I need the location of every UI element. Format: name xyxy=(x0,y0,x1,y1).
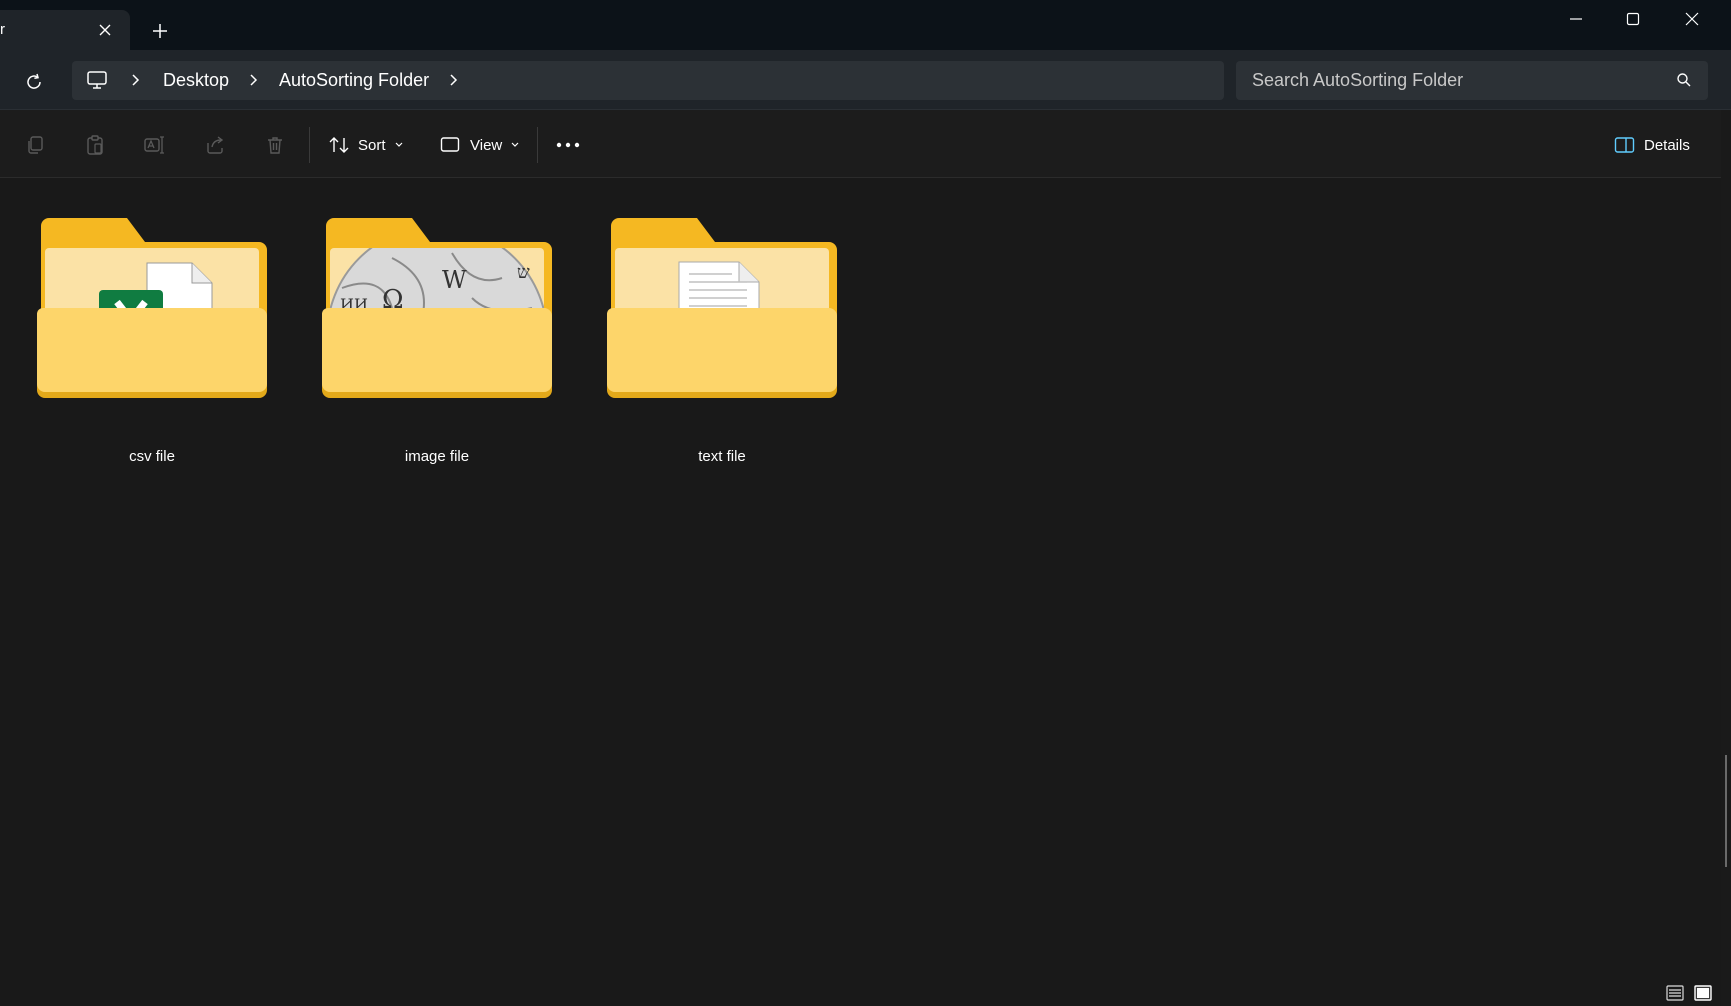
new-tab-button[interactable] xyxy=(150,21,170,41)
sort-label: Sort xyxy=(358,136,386,154)
svg-text:W: W xyxy=(442,266,467,294)
scroll-thumb[interactable] xyxy=(1725,755,1727,867)
command-bar: Sort View Details xyxy=(0,110,1721,178)
chevron-down-icon xyxy=(395,142,402,147)
sort-icon xyxy=(329,137,349,153)
details-pane-icon xyxy=(1614,137,1635,153)
file-list: csv file Ω W ש ИИ image file text file xyxy=(0,178,1721,1006)
rename-icon[interactable] xyxy=(142,132,168,158)
toolbar-divider xyxy=(537,127,538,163)
search-input[interactable] xyxy=(1252,61,1652,100)
minimize-button[interactable] xyxy=(1547,0,1605,38)
folder-icon xyxy=(607,218,837,398)
breadcrumb[interactable]: Desktop AutoSorting Folder xyxy=(72,61,1224,100)
chevron-right-icon[interactable] xyxy=(246,71,260,89)
folder-item-text-file[interactable]: text file xyxy=(607,218,837,478)
search-box[interactable] xyxy=(1236,61,1708,100)
chevron-down-icon xyxy=(511,142,519,147)
chevron-right-icon[interactable] xyxy=(128,71,142,89)
refresh-icon[interactable] xyxy=(22,70,46,94)
breadcrumb-desktop[interactable]: Desktop xyxy=(163,70,229,91)
folder-name: image file xyxy=(404,448,470,465)
folder-icon: Ω W ש ИИ xyxy=(322,218,552,398)
svg-text:ש: ש xyxy=(517,262,530,283)
details-button[interactable]: Details xyxy=(1614,130,1690,160)
address-bar-row: Desktop AutoSorting Folder xyxy=(0,50,1731,110)
share-icon[interactable] xyxy=(202,132,228,158)
folder-item-csv-file[interactable]: csv file xyxy=(37,218,267,478)
vertical-scrollbar[interactable] xyxy=(1721,110,1731,1006)
chevron-right-icon[interactable] xyxy=(446,71,460,89)
more-options-icon[interactable] xyxy=(555,132,581,158)
large-icons-view-icon[interactable] xyxy=(1692,984,1714,1002)
folder-icon xyxy=(37,218,267,398)
this-pc-icon[interactable] xyxy=(86,69,110,91)
explorer-tab[interactable]: r xyxy=(0,10,130,50)
copy-icon[interactable] xyxy=(22,132,48,158)
sort-button[interactable]: Sort xyxy=(328,130,404,160)
search-icon[interactable] xyxy=(1676,72,1694,90)
breadcrumb-autosorting-folder[interactable]: AutoSorting Folder xyxy=(279,70,429,91)
view-button[interactable]: View xyxy=(440,130,520,160)
delete-icon[interactable] xyxy=(262,132,288,158)
view-icon xyxy=(440,137,460,152)
maximize-button[interactable] xyxy=(1604,0,1662,38)
close-window-button[interactable] xyxy=(1663,0,1721,38)
title-bar: r xyxy=(0,0,1731,50)
toolbar-divider xyxy=(309,127,310,163)
details-label: Details xyxy=(1644,136,1690,154)
view-label: View xyxy=(470,136,503,154)
paste-icon[interactable] xyxy=(82,132,108,158)
folder-item-image-file[interactable]: Ω W ש ИИ image file xyxy=(322,218,552,478)
tab-close-icon[interactable] xyxy=(95,20,115,40)
folder-name: text file xyxy=(698,448,746,465)
details-view-icon[interactable] xyxy=(1664,984,1686,1002)
tab-title: r xyxy=(0,21,5,38)
folder-name: csv file xyxy=(129,448,175,465)
